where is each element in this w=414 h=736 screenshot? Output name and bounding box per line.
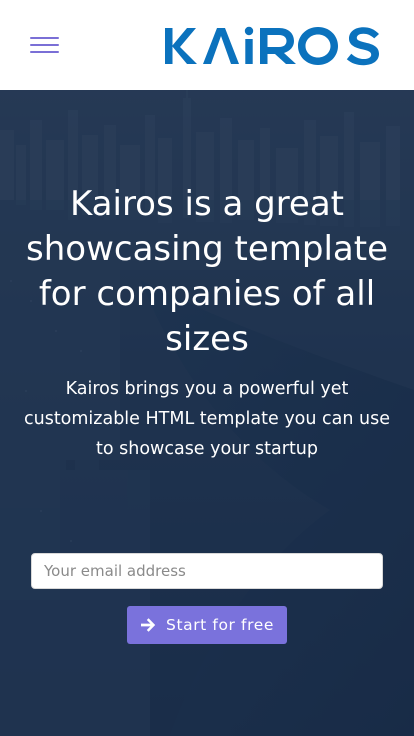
hero-section: Kairos is a great showcasing template fo… — [0, 90, 414, 736]
kairos-logo[interactable] — [165, 26, 381, 66]
site-header — [0, 0, 414, 90]
hero-subtitle: Kairos brings you a powerful yet customi… — [23, 379, 391, 459]
hero-title: Kairos is a great showcasing template fo… — [26, 184, 388, 359]
start-for-free-button[interactable]: Start for free — [127, 606, 287, 644]
start-button-label: Start for free — [166, 616, 274, 634]
page: Kairos is a great showcasing template fo… — [0, 0, 414, 736]
hamburger-menu-icon — [30, 37, 59, 39]
menu-button[interactable] — [24, 26, 68, 62]
email-field[interactable] — [31, 553, 383, 589]
arrow-right-icon — [141, 618, 156, 632]
